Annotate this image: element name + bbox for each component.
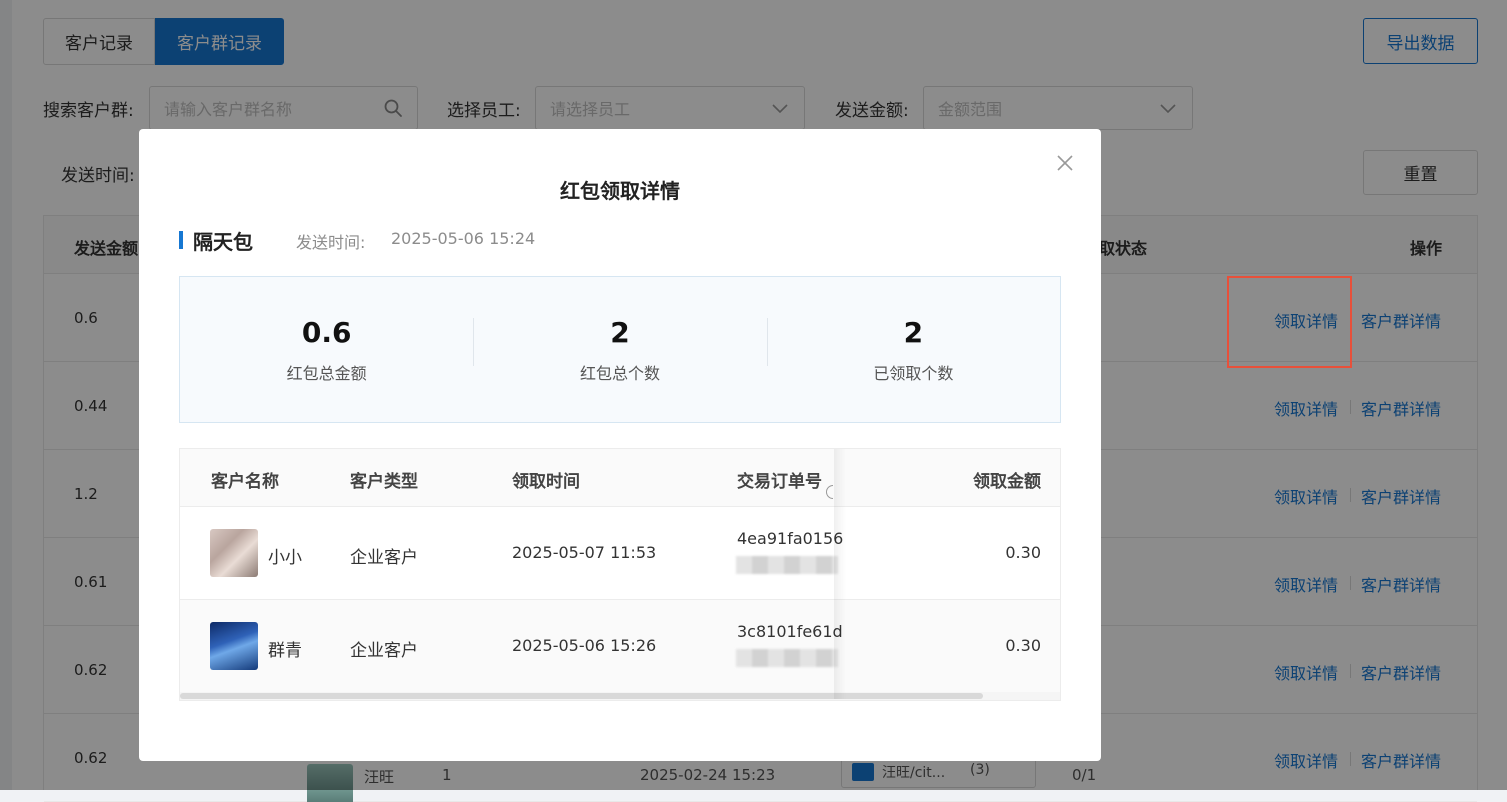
stat-value: 0.6 — [301, 315, 352, 349]
stat-label: 红包总金额 — [286, 363, 367, 383]
customer-name: 群青 — [268, 641, 302, 661]
stat-label: 红包总个数 — [579, 363, 660, 383]
header-claim-amount: 领取金额 — [973, 472, 1041, 492]
send-time-label: 发送时间: — [296, 233, 366, 252]
customer-name: 小小 — [268, 548, 302, 568]
highlight-box — [1227, 276, 1352, 368]
stat-total-amount: 0.6 红包总金额 — [180, 316, 473, 384]
header-customer-type: 客户类型 — [350, 472, 418, 492]
header-claim-time: 领取时间 — [512, 472, 580, 492]
header-order-number-text: 交易订单号 — [737, 472, 822, 492]
order-number: 3c8101fe61d — [737, 622, 843, 641]
customer-type: 企业客户 — [350, 641, 418, 661]
scrollbar-thumb[interactable] — [180, 693, 983, 699]
header-customer-name: 客户名称 — [211, 472, 279, 492]
horizontal-scrollbar[interactable] — [180, 692, 1060, 700]
title-accent-bar — [179, 231, 183, 249]
stats-panel: 0.6 红包总金额 2 红包总个数 2 已领取个数 — [179, 276, 1061, 423]
header-order-number: 交易订单号 — [737, 467, 833, 499]
order-number: 4ea91fa0156 — [737, 529, 844, 548]
table-row: 小小 企业客户 2025-05-07 11:53 4ea91fa0156 0.3… — [180, 507, 1060, 600]
stat-label: 已领取个数 — [873, 363, 954, 383]
claim-time: 2025-05-06 15:26 — [512, 636, 657, 655]
claim-detail-table: 客户名称 客户类型 领取时间 交易订单号 领取金额 小小 企业客户 2025-0… — [179, 448, 1061, 701]
customer-type: 企业客户 — [350, 548, 418, 568]
redacted-order-text — [736, 649, 838, 667]
stat-value: 2 — [610, 315, 630, 349]
modal-title: 红包领取详情 — [560, 179, 680, 203]
table-row: 群青 企业客户 2025-05-06 15:26 3c8101fe61d 0.3… — [180, 600, 1060, 693]
fixed-column-shadow — [834, 449, 846, 699]
claim-amount: 0.30 — [1005, 636, 1041, 655]
send-time-value: 2025-05-06 15:24 — [391, 229, 536, 248]
table-header: 客户名称 客户类型 领取时间 交易订单号 领取金额 — [180, 449, 1060, 507]
claim-amount: 0.30 — [1005, 543, 1041, 562]
avatar — [210, 529, 258, 577]
stat-total-count: 2 红包总个数 — [473, 316, 766, 384]
stat-value: 2 — [903, 315, 924, 349]
avatar — [210, 622, 258, 670]
close-icon[interactable] — [1055, 153, 1075, 173]
claim-detail-modal: 红包领取详情 隔天包 发送时间: 2025-05-06 15:24 0.6 红包… — [139, 129, 1101, 761]
claim-time: 2025-05-07 11:53 — [512, 543, 657, 562]
red-packet-name: 隔天包 — [193, 230, 253, 254]
stat-claimed-count: 2 已领取个数 — [766, 315, 1060, 384]
redacted-order-text — [736, 556, 838, 574]
